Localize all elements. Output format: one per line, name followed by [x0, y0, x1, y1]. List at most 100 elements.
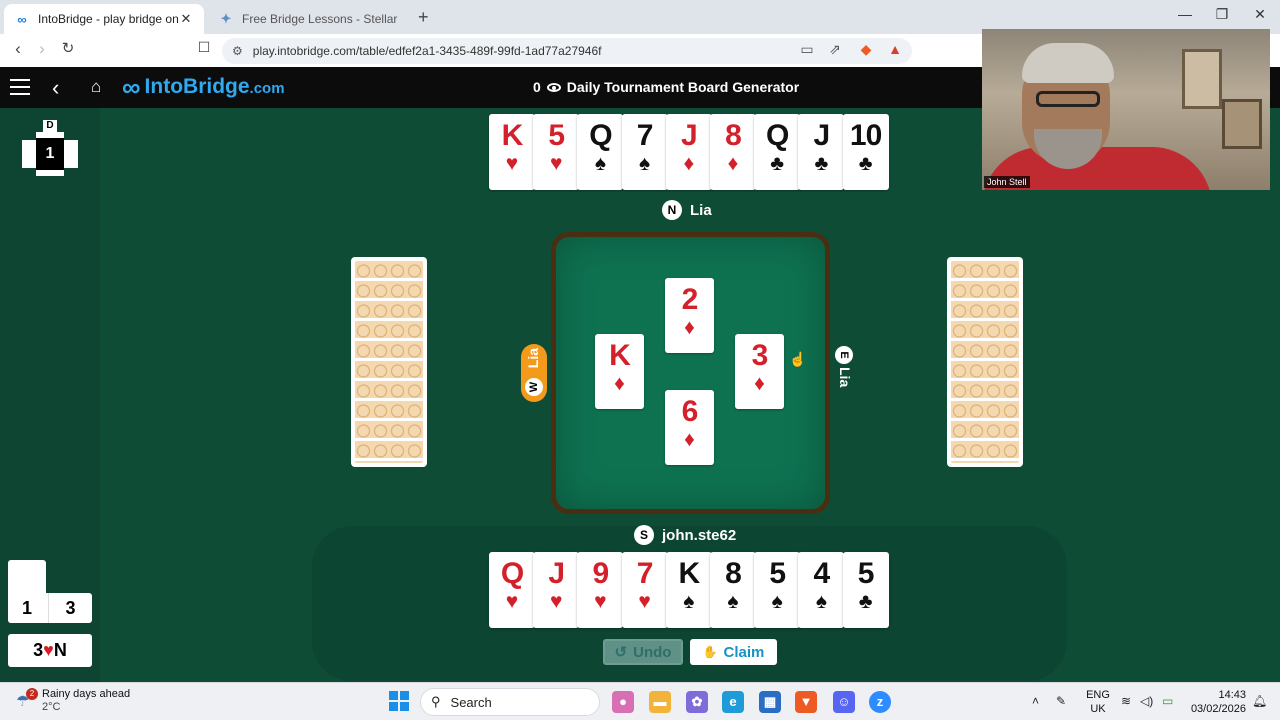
diamond-suit-icon: ♦: [684, 316, 695, 339]
close-tab-icon[interactable]: ✕: [178, 11, 194, 27]
show-hidden-icons[interactable]: ˄: [1032, 694, 1039, 708]
tab-title: Free Bridge Lessons - Stellar Bridge: [242, 12, 398, 26]
home-icon[interactable]: ⌂: [91, 77, 101, 97]
card-suit-icon: ♣: [858, 152, 873, 175]
south-card[interactable]: 4 ♠: [798, 552, 845, 628]
contract-declarer: N: [53, 640, 67, 660]
eye-icon: [546, 82, 561, 92]
board-number: 1: [36, 138, 64, 170]
south-card[interactable]: Q ♥: [489, 552, 535, 628]
north-card: Q ♣: [754, 114, 801, 190]
hamburger-menu-icon[interactable]: [10, 79, 30, 95]
south-card[interactable]: 8 ♠: [710, 552, 756, 628]
edge-icon[interactable]: e: [722, 691, 744, 713]
intobridge-logo[interactable]: ∞ IntoBridge.com: [122, 74, 285, 100]
card-rank: 5: [548, 119, 565, 152]
reload-icon[interactable]: ↻: [56, 39, 80, 57]
east-seat-label: E Lia: [835, 346, 855, 387]
board-indicator: D 1: [22, 120, 78, 176]
contract-display: 3♥N: [8, 634, 92, 667]
brave-rewards-icon[interactable]: ▲: [885, 41, 905, 61]
clock[interactable]: 14:43 03/02/2026: [1190, 688, 1246, 716]
new-tab-button[interactable]: +: [418, 7, 429, 28]
weather-title: Rainy days ahead: [42, 688, 131, 700]
file-explorer-icon[interactable]: ▬: [649, 691, 671, 713]
card-rank: 7: [636, 119, 654, 152]
cast-icon[interactable]: ▭: [797, 41, 817, 61]
webcam-name: John Stell: [984, 176, 1030, 188]
tricks-ns: 1: [21, 598, 32, 618]
table-title: 0 Daily Tournament Board Generator: [533, 79, 799, 95]
north-player-name: Lia: [690, 201, 712, 219]
back-arrow-icon[interactable]: ‹: [6, 39, 30, 59]
battery-icon[interactable]: ▭: [1162, 694, 1173, 708]
card-suit-icon: ♣: [814, 152, 829, 175]
tab-intobridge[interactable]: ∞ IntoBridge - play bridge online ✕: [4, 4, 204, 34]
west-hand-facedown: [351, 257, 427, 467]
pen-icon[interactable]: ✎: [1056, 694, 1066, 708]
brand-domain: .com: [249, 80, 285, 97]
brave-app-icon[interactable]: ▼: [795, 691, 817, 713]
south-card[interactable]: K ♠: [665, 552, 712, 628]
zoom-icon[interactable]: z: [869, 691, 891, 713]
card-rank: 5: [857, 557, 875, 590]
card-rank: Q: [500, 557, 524, 590]
trick-card-west: K ♦: [595, 334, 644, 409]
discord-icon[interactable]: ☺: [833, 691, 855, 713]
south-card[interactable]: 7 ♥: [621, 552, 668, 628]
heart-suit-icon: ♥: [43, 640, 54, 660]
bridge-table: D 1 K ♥ 5 ♥ Q ♠ 7 ♠ J ♦ 8 ♦ Q ♣ J ♣ 10 ♣ N Lia 2 ♦ K ♦ 3 …: [0, 108, 1280, 682]
card-rank: 7: [636, 557, 654, 590]
wifi-icon[interactable]: ≋: [1121, 694, 1131, 708]
paint-app-icon[interactable]: ●: [612, 691, 634, 713]
forward-arrow-icon[interactable]: ›: [30, 39, 54, 59]
close-window-button[interactable]: ✕: [1242, 6, 1278, 23]
language-indicator[interactable]: ENG UK: [1086, 688, 1110, 716]
tricks-counter: 1 3: [8, 560, 92, 623]
url-text: play.intobridge.com/table/edfef2a1-3435-…: [252, 44, 602, 58]
north-card: 8 ♦: [710, 114, 756, 190]
share-icon[interactable]: ⇗: [825, 41, 845, 61]
dealer-marker: D: [43, 120, 57, 132]
bookmark-icon[interactable]: ☐: [192, 39, 216, 56]
brave-shield-icon[interactable]: ◆: [856, 41, 876, 61]
hand-pointer-icon: ☝: [789, 351, 807, 367]
notifications-icon[interactable]: 🔔︎: [1252, 694, 1267, 708]
volume-icon[interactable]: ◁): [1140, 694, 1153, 708]
south-card[interactable]: 5 ♠: [754, 552, 801, 628]
south-card[interactable]: J ♥: [533, 552, 580, 628]
south-card[interactable]: 5 ♣: [842, 552, 889, 628]
diamond-suit-icon: ♦: [754, 372, 765, 395]
tab-stellar-bridge[interactable]: ✦ Free Bridge Lessons - Stellar Bridge: [208, 4, 408, 34]
north-card: 7 ♠: [621, 114, 668, 190]
diamond-suit-icon: ♦: [684, 428, 695, 451]
card-rank: 8: [725, 557, 742, 590]
copilot-icon[interactable]: ✿: [686, 691, 708, 713]
undo-button[interactable]: ↺ Undo: [603, 639, 683, 665]
seat-badge-e: E: [835, 346, 853, 364]
brand-name: IntoBridge: [144, 75, 250, 98]
windows-start-icon[interactable]: [389, 691, 409, 711]
restore-button[interactable]: ❐: [1204, 6, 1240, 23]
card-rank: 4: [813, 557, 831, 590]
site-settings-icon[interactable]: ⚙: [232, 44, 243, 58]
trick-card-east: 3 ♦: [735, 334, 784, 409]
card-rank: J: [548, 557, 565, 590]
claim-button[interactable]: ✋ Claim: [690, 639, 777, 665]
back-chevron-icon[interactable]: ‹: [52, 75, 59, 101]
seat-badge-s: S: [634, 525, 654, 545]
taskbar-search[interactable]: ⚲ Search: [420, 688, 600, 716]
card-suit-icon: ♥: [505, 590, 519, 613]
north-card: Q ♠: [577, 114, 624, 190]
south-card[interactable]: 9 ♥: [577, 552, 624, 628]
undo-icon: ↺: [614, 644, 628, 661]
minimize-button[interactable]: —: [1167, 6, 1203, 22]
store-icon[interactable]: ▦: [759, 691, 781, 713]
card-rank: 9: [592, 557, 610, 590]
weather-widget[interactable]: ☂ 2 Rainy days ahead 2°C: [16, 688, 130, 714]
card-rank: K: [678, 557, 700, 590]
spectator-count: 0: [533, 79, 541, 95]
card-rank: J: [813, 119, 831, 152]
weather-temp: 2°C: [42, 701, 61, 713]
trick-card-north: 2 ♦: [665, 278, 714, 353]
